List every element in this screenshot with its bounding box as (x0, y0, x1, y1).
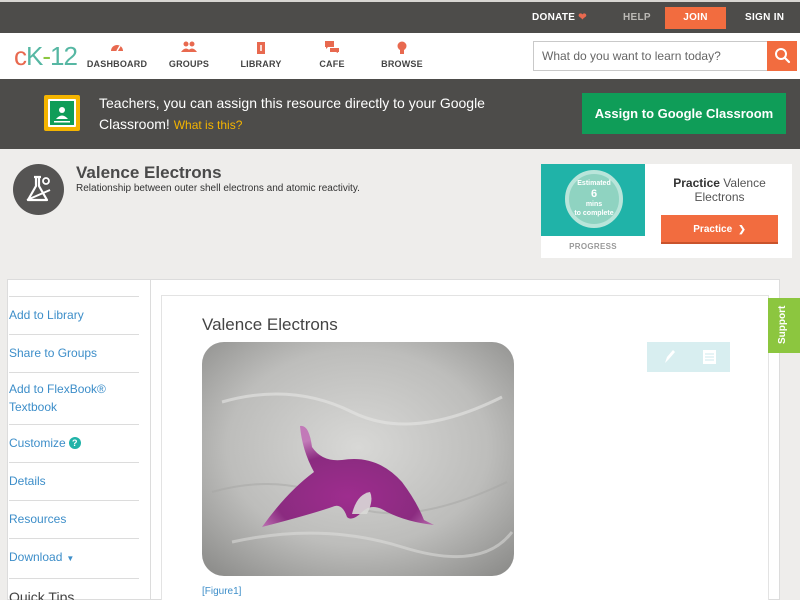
question-icon[interactable]: ? (68, 437, 81, 449)
caret-down-icon: ▼ (66, 554, 75, 563)
search-icon (775, 48, 791, 64)
sign-in-link[interactable]: SIGN IN (745, 2, 784, 33)
quick-tips-heading: Quick Tips (9, 589, 75, 600)
notes-button[interactable] (689, 342, 730, 372)
figure-caption-link[interactable]: [Figure1] (202, 586, 241, 597)
annotate-button[interactable] (647, 342, 688, 372)
main-header: cK-12 DASHBOARD GROUPS LIBRARY CAFE BROW… (0, 33, 800, 79)
cafe-chat-icon (297, 33, 367, 55)
concept-title: Valence Electrons (76, 163, 222, 182)
assign-to-google-classroom-button[interactable]: Assign to Google Classroom (582, 93, 786, 134)
sidebar-resources[interactable]: Resources (9, 501, 139, 539)
google-classroom-banner: Teachers, you can assign this resource d… (0, 79, 800, 149)
pencil-icon (665, 350, 675, 363)
ck12-logo[interactable]: cK-12 (14, 42, 78, 70)
sidebar-share-to-groups[interactable]: Share to Groups (9, 335, 139, 373)
google-classroom-icon (44, 95, 80, 131)
progress-tile: Estimated 6 mins to complete (541, 164, 645, 236)
sidebar-download[interactable]: Download ▼ (9, 539, 139, 579)
sidebar: Add to Library Share to Groups Add to Fl… (9, 296, 139, 600)
heart-icon: ❤ (578, 12, 587, 23)
dashboard-icon (82, 33, 152, 55)
content-title: Valence Electrons (202, 315, 338, 334)
concept-header: Valence Electrons Relationship between o… (0, 149, 800, 271)
concept-description: Relationship between outer shell electro… (76, 183, 360, 194)
nav-cafe[interactable]: CAFE (297, 33, 367, 79)
chevron-right-icon: ❯ (738, 224, 746, 234)
library-icon (226, 33, 296, 55)
search-bar (533, 41, 797, 71)
content-tools (647, 342, 730, 372)
progress-label: PROGRESS (569, 242, 617, 251)
search-button[interactable] (767, 41, 797, 71)
figure-image (202, 342, 514, 576)
search-input[interactable] (534, 42, 768, 70)
sidebar-details[interactable]: Details (9, 463, 139, 501)
groups-icon (154, 33, 224, 55)
sidebar-add-to-library[interactable]: Add to Library (9, 296, 139, 335)
nav-browse[interactable]: BROWSE (367, 33, 437, 79)
what-is-this-link[interactable]: What is this? (174, 118, 243, 132)
sidebar-divider (150, 280, 151, 600)
estimated-time: Estimated 6 mins to complete (574, 180, 614, 217)
nav-groups[interactable]: GROUPS (154, 33, 224, 79)
practice-card: Estimated 6 mins to complete PROGRESS Pr… (541, 164, 792, 258)
help-link[interactable]: HELP (623, 2, 651, 33)
nav-dashboard[interactable]: DASHBOARD (82, 33, 152, 79)
practice-title: Practice Valence Electrons (673, 176, 766, 204)
join-button[interactable]: JOIN (665, 7, 726, 29)
sidebar-customize[interactable]: Customize? (9, 425, 139, 463)
flask-icon (13, 164, 64, 215)
donate-link[interactable]: DONATE ❤ (532, 2, 587, 33)
lightbulb-icon (367, 33, 437, 55)
top-bar: DONATE ❤ HELP JOIN SIGN IN (0, 0, 800, 33)
practice-button[interactable]: Practice ❯ (661, 215, 778, 244)
sidebar-add-to-flexbook[interactable]: Add to FlexBook® Textbook (9, 373, 139, 425)
banner-text: Teachers, you can assign this resource d… (99, 95, 485, 132)
support-tab[interactable]: Support (768, 298, 800, 353)
notes-icon (703, 350, 716, 364)
nav-library[interactable]: LIBRARY (226, 33, 296, 79)
